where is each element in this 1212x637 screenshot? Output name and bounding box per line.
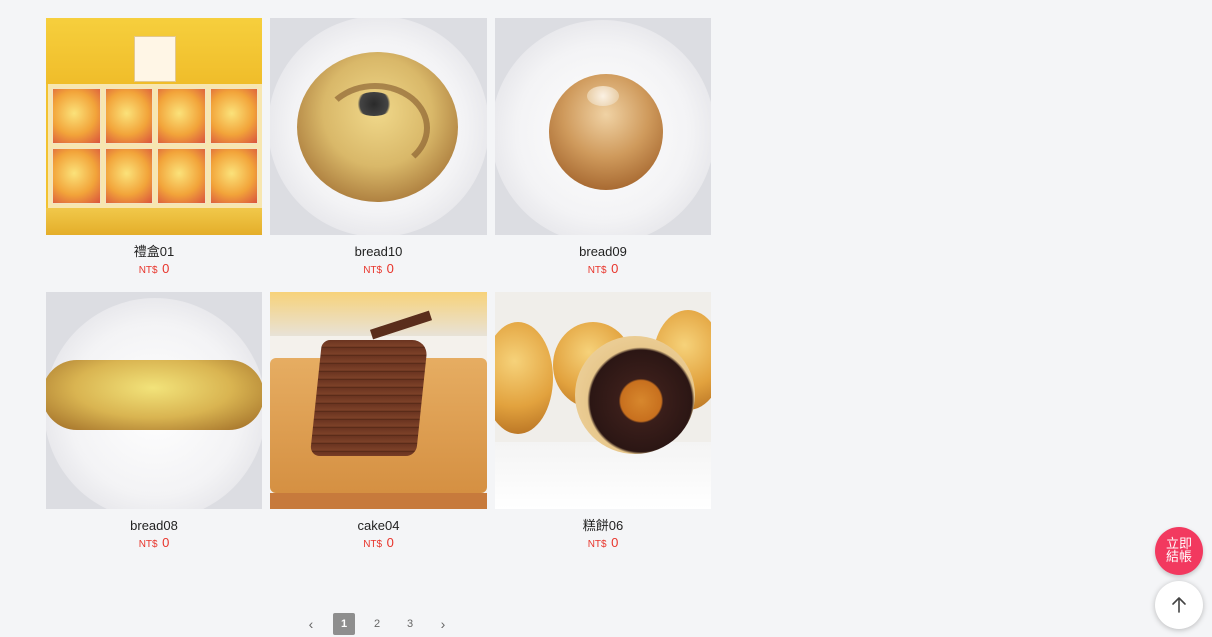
price-amount: 0 <box>611 535 619 550</box>
product-card[interactable]: 糕餅06 NT$ 0 <box>495 292 711 552</box>
price-amount: 0 <box>162 261 170 276</box>
product-card[interactable]: bread10 NT$ 0 <box>270 18 487 278</box>
page-button-3[interactable]: 3 <box>399 613 421 635</box>
product-name[interactable]: 禮盒01 <box>46 244 262 260</box>
checkout-button[interactable]: 立即結帳 <box>1155 527 1203 575</box>
product-image[interactable] <box>270 18 487 235</box>
product-image[interactable] <box>495 292 711 509</box>
product-price: NT$ 0 <box>270 536 487 552</box>
product-card[interactable]: 禮盒01 NT$ 0 <box>46 18 262 278</box>
product-price: NT$ 0 <box>270 262 487 278</box>
product-image[interactable] <box>46 292 262 509</box>
price-currency: NT$ <box>363 539 383 550</box>
product-grid: 禮盒01 NT$ 0 bread10 NT$ 0 bread09 NT$ 0 b… <box>46 18 712 552</box>
product-price: NT$ 0 <box>46 536 262 552</box>
product-card[interactable]: cake04 NT$ 0 <box>270 292 487 552</box>
page-button-1[interactable]: 1 <box>333 613 355 635</box>
arrow-up-icon <box>1172 597 1186 613</box>
price-currency: NT$ <box>363 265 383 276</box>
price-currency: NT$ <box>138 539 158 550</box>
product-name[interactable]: bread08 <box>46 518 262 534</box>
product-name[interactable]: bread09 <box>495 244 711 260</box>
product-card[interactable]: bread09 NT$ 0 <box>495 18 711 278</box>
product-image[interactable] <box>46 18 262 235</box>
product-price: NT$ 0 <box>495 536 711 552</box>
price-currency: NT$ <box>587 265 607 276</box>
product-card[interactable]: bread08 NT$ 0 <box>46 292 262 552</box>
chevron-left-icon[interactable]: ‹ <box>300 613 322 635</box>
price-amount: 0 <box>611 261 619 276</box>
page-button-2[interactable]: 2 <box>366 613 388 635</box>
price-amount: 0 <box>162 535 170 550</box>
product-price: NT$ 0 <box>495 262 711 278</box>
product-name[interactable]: cake04 <box>270 518 487 534</box>
price-currency: NT$ <box>138 265 158 276</box>
product-image[interactable] <box>270 292 487 509</box>
price-amount: 0 <box>386 535 394 550</box>
price-amount: 0 <box>386 261 394 276</box>
chevron-right-icon[interactable]: › <box>432 613 454 635</box>
product-name[interactable]: 糕餅06 <box>495 518 711 534</box>
product-name[interactable]: bread10 <box>270 244 487 260</box>
price-currency: NT$ <box>587 539 607 550</box>
checkout-label: 立即結帳 <box>1165 537 1192 565</box>
product-image[interactable] <box>495 18 711 235</box>
pagination: ‹ 1 2 3 › <box>300 613 465 635</box>
product-price: NT$ 0 <box>46 262 262 278</box>
back-to-top-button[interactable] <box>1155 581 1203 629</box>
